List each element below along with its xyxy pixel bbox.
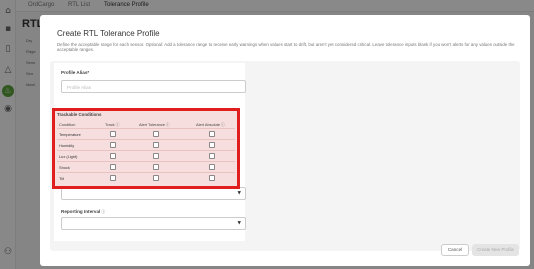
profile-alias-label: Profile Alias* <box>61 70 90 75</box>
condition-label: Humidity <box>59 143 75 148</box>
alert-absolute-checkbox[interactable] <box>209 142 215 148</box>
alert-tolerance-checkbox[interactable] <box>153 153 159 159</box>
alert-tolerance-checkbox[interactable] <box>153 175 159 181</box>
profile-alias-placeholder: Profile Alias <box>67 85 92 90</box>
create-profile-modal: Create RTL Tolerance Profile Define the … <box>40 15 530 266</box>
modal-description: Define the acceptable range for each sen… <box>57 42 515 53</box>
condition-row-humidity: Humidity <box>57 139 235 150</box>
cancel-button[interactable]: Cancel <box>441 244 469 256</box>
info-icon[interactable]: ⓘ <box>101 209 105 215</box>
trackable-conditions-title: Trackable Conditions <box>57 112 102 117</box>
profile-alias-input[interactable]: Profile Alias <box>61 80 246 93</box>
track-checkbox[interactable] <box>110 164 116 170</box>
alert-absolute-checkbox[interactable] <box>209 175 215 181</box>
alert-tolerance-checkbox[interactable] <box>153 164 159 170</box>
track-checkbox[interactable] <box>110 142 116 148</box>
reporting-interval-select[interactable]: ▼ <box>61 217 246 230</box>
alert-tolerance-checkbox[interactable] <box>153 142 159 148</box>
condition-label: Temperature <box>59 132 81 137</box>
condition-row-tilt: Tilt <box>57 172 235 183</box>
track-checkbox[interactable] <box>110 153 116 159</box>
chevron-down-icon: ▼ <box>237 221 241 226</box>
condition-label: Lux (Light) <box>59 154 78 159</box>
track-checkbox[interactable] <box>110 175 116 181</box>
track-checkbox[interactable] <box>110 131 116 137</box>
reporting-interval-label: Reporting Intervalⓘ <box>61 209 106 215</box>
condition-row-shock: Shock <box>57 161 235 172</box>
modal-title: Create RTL Tolerance Profile <box>57 29 160 38</box>
condition-label: Shock <box>59 165 70 170</box>
trackable-conditions-section: Trackable Conditions Condition Trackⓘ Al… <box>52 108 240 189</box>
create-profile-button[interactable]: Create New Profile <box>472 244 519 256</box>
column-header-condition: Condition <box>59 122 76 127</box>
condition-row-lux: Lux (Light) <box>57 150 235 161</box>
alert-tolerance-checkbox[interactable] <box>153 131 159 137</box>
alert-absolute-checkbox[interactable] <box>209 164 215 170</box>
chevron-down-icon: ▼ <box>237 191 241 196</box>
condition-row-temperature: Temperature <box>57 128 235 139</box>
condition-label: Tilt <box>59 176 65 181</box>
alert-absolute-checkbox[interactable] <box>209 131 215 137</box>
alert-absolute-checkbox[interactable] <box>209 153 215 159</box>
